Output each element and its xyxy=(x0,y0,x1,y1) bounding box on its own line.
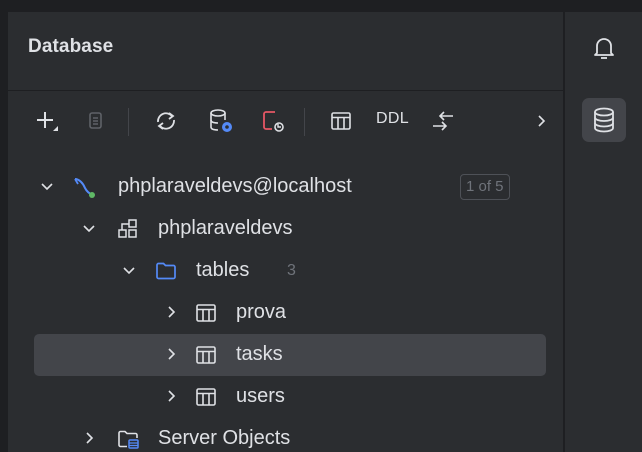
tree-label-schema: phplaraveldevs xyxy=(158,217,293,239)
folder-icon xyxy=(156,262,176,280)
table-editor-icon xyxy=(331,112,351,130)
tree-label-table: users xyxy=(236,385,285,407)
new-icon xyxy=(37,112,58,131)
chevron-right-icon[interactable] xyxy=(164,347,178,361)
database-tool-button[interactable] xyxy=(582,98,626,142)
tables-count: 3 xyxy=(287,262,296,279)
ddl-button[interactable]: DDL xyxy=(376,110,409,128)
database-icon xyxy=(594,107,614,133)
disconnect-button[interactable] xyxy=(258,106,288,136)
bell-icon xyxy=(594,38,614,59)
duplicate-button[interactable] xyxy=(80,106,110,136)
chevron-right-icon[interactable] xyxy=(164,389,178,403)
refresh-button[interactable] xyxy=(151,106,181,136)
duplicate-icon xyxy=(89,112,102,129)
tree-row-connection[interactable]: phplaraveldevs@localhost 1 of 5 xyxy=(34,166,546,208)
database-tree: phplaraveldevs@localhost 1 of 5 phplarav… xyxy=(8,166,563,452)
jump-to-console-button[interactable] xyxy=(428,106,458,136)
tree-label-server-objects: Server Objects xyxy=(158,427,291,449)
tree-label-connection: phplaraveldevs@localhost xyxy=(118,175,352,197)
more-actions-button[interactable] xyxy=(526,106,556,136)
tree-row-table-selected[interactable]: tasks xyxy=(34,334,546,376)
connection-count-badge: 1 of 5 xyxy=(460,174,510,200)
chevron-right-icon[interactable] xyxy=(164,305,178,319)
toolbar-separator xyxy=(128,108,129,136)
left-border xyxy=(0,0,8,452)
chevron-down-icon[interactable] xyxy=(82,221,96,235)
tree-row-table[interactable]: prova xyxy=(34,292,546,334)
panel-title: Database xyxy=(28,36,114,57)
mysql-dolphin-icon xyxy=(74,178,95,198)
top-border xyxy=(0,0,642,12)
data-source-properties-button[interactable] xyxy=(206,106,236,136)
tree-row-server-objects[interactable]: Server Objects xyxy=(34,418,546,452)
table-icon xyxy=(196,388,216,406)
data-source-properties-icon xyxy=(210,109,232,132)
tree-row-schema[interactable]: phplaraveldevs xyxy=(34,208,546,250)
disconnect-icon xyxy=(263,111,284,132)
table-editor-button[interactable] xyxy=(326,106,356,136)
tree-row-table[interactable]: users xyxy=(34,376,546,418)
toolbar: DDL xyxy=(8,96,563,150)
table-icon xyxy=(196,304,216,322)
header-divider xyxy=(8,90,563,91)
table-icon xyxy=(196,346,216,364)
chevron-down-icon[interactable] xyxy=(40,179,54,193)
tree-label-tables: tables xyxy=(196,259,250,281)
right-tool-strip xyxy=(565,12,642,452)
refresh-icon xyxy=(157,112,175,130)
schema-icon xyxy=(118,219,137,238)
new-button[interactable] xyxy=(32,106,62,136)
notifications-button[interactable] xyxy=(582,26,626,70)
tree-label-table: tasks xyxy=(236,343,283,365)
tree-label-table: prova xyxy=(236,301,287,323)
more-chevron-icon xyxy=(538,115,546,127)
chevron-down-icon[interactable] xyxy=(122,263,136,277)
chevron-right-icon[interactable] xyxy=(82,431,96,445)
server-objects-icon xyxy=(118,430,139,449)
jump-to-console-icon xyxy=(433,111,453,131)
toolbar-separator xyxy=(304,108,305,136)
database-tool-window: Database DDL phplaraveldevs@localhost 1 … xyxy=(0,0,642,452)
tree-row-tables-folder[interactable]: tables 3 xyxy=(34,250,546,292)
